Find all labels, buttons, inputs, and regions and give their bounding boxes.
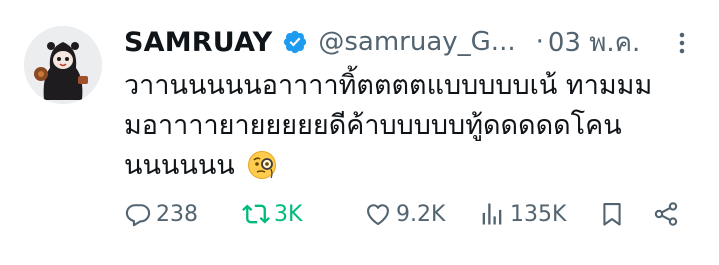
retweet-count: 3K <box>274 201 303 227</box>
like-button[interactable]: 9.2K <box>364 196 445 232</box>
separator-dot: · <box>535 27 544 57</box>
tweet[interactable]: SAMRUAY @samruay_G... · 03 พ.ค. วาานนนนน… <box>0 0 719 265</box>
views-button[interactable]: 135K <box>478 196 566 232</box>
reply-button[interactable]: 238 <box>124 196 198 232</box>
retweet-button[interactable]: 3K <box>242 196 302 232</box>
verified-badge-icon[interactable] <box>282 29 308 55</box>
bookmark-button[interactable] <box>598 196 626 232</box>
tweet-text-content: วาานนนนนอาาาาทิ้ตตตตแบบบบบเน้ ทามมม มอาา… <box>124 70 653 181</box>
bookmark-icon <box>603 203 621 226</box>
share-button[interactable] <box>652 196 680 232</box>
share-icon <box>654 202 678 226</box>
tweet-actions: 238 3K 9.2K 135K <box>124 196 694 232</box>
display-name[interactable]: SAMRUAY <box>124 27 272 58</box>
tweet-header: SAMRUAY @samruay_G... · 03 พ.ค. <box>124 22 694 62</box>
like-count: 9.2K <box>396 201 446 227</box>
reply-icon <box>125 204 151 227</box>
more-options-icon[interactable] <box>670 28 694 58</box>
views-icon <box>482 203 502 225</box>
face-with-monocle-icon <box>247 150 277 180</box>
heart-icon <box>367 204 389 226</box>
reply-count: 238 <box>156 201 198 227</box>
view-count: 135K <box>510 201 567 227</box>
tweet-text: วาานนนนนอาาาาทิ้ตตตตแบบบบบเน้ ทามมม มอาา… <box>124 66 684 186</box>
avatar-image <box>24 26 102 104</box>
retweet-icon <box>242 204 270 224</box>
tweet-date[interactable]: 03 พ.ค. <box>548 22 640 63</box>
avatar[interactable] <box>24 26 102 104</box>
user-handle[interactable]: @samruay_G... <box>318 27 515 57</box>
